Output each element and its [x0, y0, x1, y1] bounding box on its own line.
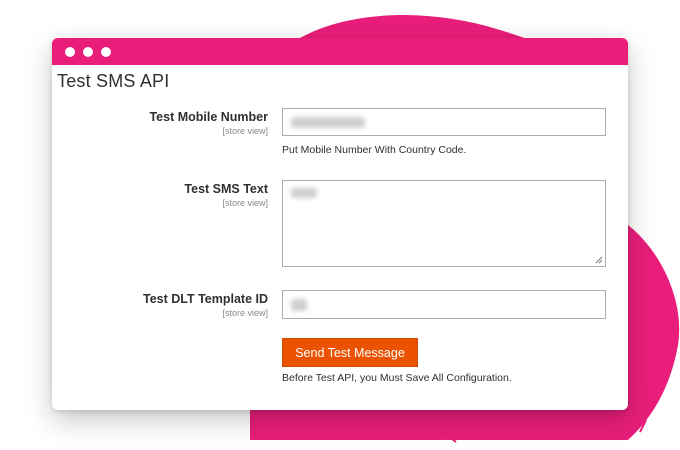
dlt-template-label: Test DLT Template ID [142, 292, 268, 306]
dlt-template-scope: [store view] [222, 308, 268, 318]
app-window: Test SMS API Test Mobile Number [store v… [52, 38, 628, 410]
send-test-message-button[interactable]: Send Test Message [282, 338, 418, 367]
sms-text-scope: [store view] [222, 198, 268, 208]
redacted-value [291, 188, 317, 198]
window-dot-3[interactable] [101, 47, 111, 57]
window-dot-2[interactable] [83, 47, 93, 57]
send-note: Before Test API, you Must Save All Confi… [282, 372, 512, 384]
window-dot-1[interactable] [65, 47, 75, 57]
window-titlebar [52, 38, 628, 65]
resize-grip-icon[interactable] [595, 256, 603, 264]
sms-text-textarea[interactable] [282, 180, 606, 267]
panel-title: Test SMS API [57, 71, 170, 91]
mobile-scope: [store view] [222, 126, 268, 136]
sms-text-label: Test SMS Text [184, 182, 268, 196]
redacted-value [291, 117, 365, 128]
mobile-number-input[interactable] [282, 108, 606, 136]
mobile-note: Put Mobile Number With Country Code. [282, 144, 467, 156]
dlt-template-input[interactable] [282, 290, 606, 319]
mobile-label: Test Mobile Number [149, 110, 268, 124]
redacted-value [291, 299, 307, 311]
